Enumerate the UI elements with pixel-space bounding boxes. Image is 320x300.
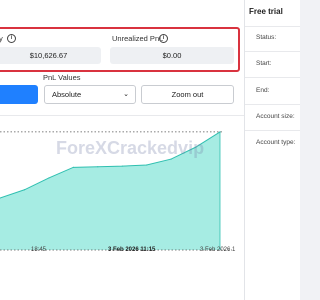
account-sidebar: Free trial Status: Start: End: Account s… (245, 0, 300, 300)
watermark-text: ForeXCrackedvip (56, 138, 205, 158)
sidebar-field-account-size: Account size: (256, 113, 295, 120)
sidebar-title: Free trial (249, 7, 283, 16)
sidebar-divider (245, 104, 300, 105)
balance-value: $10,626.67 (0, 47, 101, 64)
x-tick-label: 3 Feb 2026 1 (200, 247, 236, 253)
sidebar-divider (245, 130, 300, 131)
sidebar-field-end: End: (256, 87, 270, 94)
unrealized-pnl-value: $0.00 (110, 47, 234, 64)
dashboard-main: y i $10,626.67 Unrealized PnL i $0.00 Pn… (0, 0, 245, 300)
pnl-data-point (121, 165, 123, 167)
sidebar-divider (245, 26, 300, 27)
sidebar-field-account-type: Account type: (256, 139, 296, 146)
pnl-values-label: PnL Values (43, 73, 81, 82)
pnl-data-point (23, 189, 26, 191)
pnl-data-point (48, 177, 50, 179)
info-icon[interactable]: i (7, 34, 16, 43)
x-tick-label: 18:45 (31, 247, 47, 253)
primary-action-button[interactable] (0, 85, 38, 104)
sidebar-field-start: Start: (256, 60, 272, 67)
unrealized-pnl-label: Unrealized PnL (112, 34, 164, 43)
chevron-down-icon: ⌄ (123, 91, 129, 98)
sidebar-divider (245, 77, 300, 78)
pnl-values-selected: Absolute (52, 90, 82, 99)
pnl-data-point (97, 166, 99, 168)
balance-label-fragment: y (0, 34, 3, 43)
pnl-data-point (146, 164, 148, 166)
zoom-out-button[interactable]: Zoom out (141, 85, 234, 104)
pnl-values-select[interactable]: Absolute ⌄ (44, 85, 136, 104)
info-icon[interactable]: i (159, 34, 168, 43)
sidebar-field-status: Status: (256, 34, 277, 41)
x-tick-label: 3 Feb 2026 11:15 (108, 247, 156, 253)
pnl-data-point (72, 166, 74, 168)
sidebar-divider (245, 51, 300, 52)
